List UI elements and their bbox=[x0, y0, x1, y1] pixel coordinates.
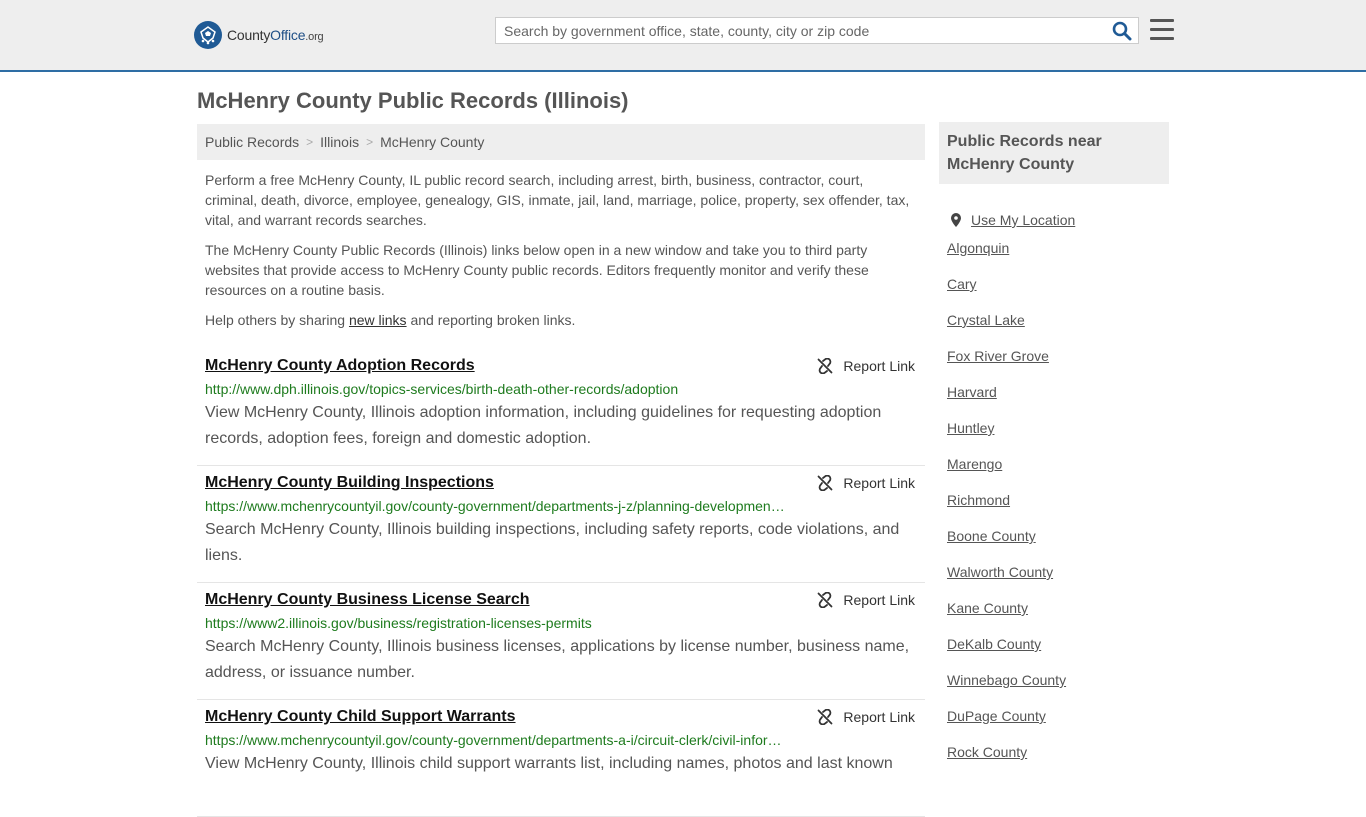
nearby-place-link[interactable]: Boone County bbox=[947, 528, 1036, 544]
breadcrumb: Public Records > Illinois > McHenry Coun… bbox=[197, 124, 925, 160]
chevron-right-icon: > bbox=[366, 135, 374, 149]
nearby-places-list: Use My Location Algonquin Cary Crystal L… bbox=[939, 202, 1169, 778]
share-links-paragraph: Help others by sharing new links and rep… bbox=[205, 310, 917, 330]
main-content: Public Records > Illinois > McHenry Coun… bbox=[197, 124, 925, 817]
map-pin-icon bbox=[951, 213, 961, 227]
records-list: McHenry County Adoption Records http://w… bbox=[197, 349, 925, 817]
record-url: https://www.mchenrycountyil.gov/county-g… bbox=[205, 498, 785, 514]
report-link-button[interactable]: Report Link bbox=[817, 358, 915, 374]
sidebar-item: Fox River Grove bbox=[947, 346, 1161, 382]
nearby-place-link[interactable]: Cary bbox=[947, 276, 977, 292]
report-link-button[interactable]: Report Link bbox=[817, 475, 915, 491]
page-title: McHenry County Public Records (Illinois) bbox=[197, 88, 629, 113]
sidebar-item: Cary bbox=[947, 274, 1161, 310]
sidebar-item: Richmond bbox=[947, 490, 1161, 526]
report-link-label: Report Link bbox=[843, 709, 915, 725]
report-link-button[interactable]: Report Link bbox=[817, 709, 915, 725]
record-description: View McHenry County, Illinois child supp… bbox=[205, 755, 893, 772]
record-item: McHenry County Building Inspections http… bbox=[197, 466, 925, 583]
nearby-place-link[interactable]: Winnebago County bbox=[947, 672, 1066, 688]
record-description: View McHenry County, Illinois adoption i… bbox=[205, 404, 882, 447]
broken-link-icon bbox=[818, 709, 833, 725]
logo-tld: .org bbox=[305, 31, 324, 43]
breadcrumb-link-public-records[interactable]: Public Records bbox=[205, 134, 299, 150]
sidebar-item: Winnebago County bbox=[947, 670, 1161, 706]
site-header: CountyOffice.org bbox=[0, 0, 1366, 72]
nearby-place-link[interactable]: Harvard bbox=[947, 384, 997, 400]
sidebar-item: Huntley bbox=[947, 418, 1161, 454]
nearby-place-link[interactable]: Algonquin bbox=[947, 240, 1009, 256]
nearby-place-link[interactable]: Marengo bbox=[947, 456, 1002, 472]
sidebar-item: Kane County bbox=[947, 598, 1161, 634]
record-url: http://www.dph.illinois.gov/topics-servi… bbox=[205, 381, 679, 397]
nearby-place-link[interactable]: DeKalb County bbox=[947, 636, 1041, 652]
breadcrumb-current: McHenry County bbox=[380, 134, 485, 150]
search-box bbox=[495, 17, 1139, 44]
record-item: McHenry County Child Support Warrants ht… bbox=[197, 700, 925, 817]
nearby-place-link[interactable]: Kane County bbox=[947, 600, 1028, 616]
logo-seal-icon bbox=[194, 21, 222, 49]
record-title-link[interactable]: McHenry County Adoption Records bbox=[205, 349, 785, 376]
intro-text: Perform a free McHenry County, IL public… bbox=[197, 170, 925, 330]
sidebar-item: Harvard bbox=[947, 382, 1161, 418]
site-logo[interactable]: CountyOffice.org bbox=[194, 20, 324, 50]
broken-link-icon bbox=[818, 358, 833, 374]
nearby-place-link[interactable]: Huntley bbox=[947, 420, 994, 436]
nearby-place-link[interactable]: Richmond bbox=[947, 492, 1010, 508]
use-my-location-item: Use My Location bbox=[947, 202, 1161, 238]
use-my-location-link[interactable]: Use My Location bbox=[971, 210, 1075, 230]
nearby-place-link[interactable]: DuPage County bbox=[947, 708, 1046, 724]
hamburger-menu-icon[interactable] bbox=[1150, 19, 1174, 41]
record-url: https://www2.illinois.gov/business/regis… bbox=[205, 615, 592, 631]
intro-paragraph: The McHenry County Public Records (Illin… bbox=[205, 242, 869, 298]
nearby-place-link[interactable]: Walworth County bbox=[947, 564, 1053, 580]
broken-link-icon bbox=[818, 475, 833, 491]
sidebar-item: DeKalb County bbox=[947, 634, 1161, 670]
sidebar-item: Walworth County bbox=[947, 562, 1161, 598]
sidebar-item: Rock County bbox=[947, 742, 1161, 778]
logo-text: CountyOffice.org bbox=[227, 27, 324, 43]
record-title-link[interactable]: McHenry County Child Support Warrants bbox=[205, 700, 785, 727]
nearby-place-link[interactable]: Crystal Lake bbox=[947, 312, 1025, 328]
sidebar-item: Crystal Lake bbox=[947, 310, 1161, 346]
share-text: Help others by sharing bbox=[205, 312, 349, 328]
report-link-button[interactable]: Report Link bbox=[817, 592, 915, 608]
share-text: and reporting broken links. bbox=[406, 312, 576, 328]
sidebar: Public Records near McHenry County Use M… bbox=[939, 122, 1169, 778]
new-links-link[interactable]: new links bbox=[349, 312, 407, 328]
search-icon[interactable] bbox=[1112, 21, 1132, 41]
broken-link-icon bbox=[818, 592, 833, 608]
chevron-right-icon: > bbox=[306, 135, 314, 149]
sidebar-item: Boone County bbox=[947, 526, 1161, 562]
record-item: McHenry County Business License Search h… bbox=[197, 583, 925, 700]
logo-prefix: County bbox=[227, 27, 271, 43]
nearby-place-link[interactable]: Rock County bbox=[947, 744, 1027, 760]
record-description: Search McHenry County, Illinois business… bbox=[205, 638, 910, 681]
breadcrumb-link-illinois[interactable]: Illinois bbox=[320, 134, 359, 150]
logo-brand: Office bbox=[270, 27, 306, 43]
sidebar-item: DuPage County bbox=[947, 706, 1161, 742]
record-description: Search McHenry County, Illinois building… bbox=[205, 521, 900, 564]
sidebar-item: Algonquin bbox=[947, 238, 1161, 274]
record-url: https://www.mchenrycountyil.gov/county-g… bbox=[205, 732, 782, 748]
report-link-label: Report Link bbox=[843, 358, 915, 374]
record-item: McHenry County Adoption Records http://w… bbox=[197, 349, 925, 466]
report-link-label: Report Link bbox=[843, 475, 915, 491]
report-link-label: Report Link bbox=[843, 592, 915, 608]
search-input[interactable] bbox=[496, 18, 1096, 43]
record-title-link[interactable]: McHenry County Business License Search bbox=[205, 583, 785, 610]
record-title-link[interactable]: McHenry County Building Inspections bbox=[205, 466, 785, 493]
intro-paragraph: Perform a free McHenry County, IL public… bbox=[205, 172, 910, 228]
sidebar-item: Marengo bbox=[947, 454, 1161, 490]
nearby-place-link[interactable]: Fox River Grove bbox=[947, 348, 1049, 364]
sidebar-heading: Public Records near McHenry County bbox=[939, 122, 1169, 184]
